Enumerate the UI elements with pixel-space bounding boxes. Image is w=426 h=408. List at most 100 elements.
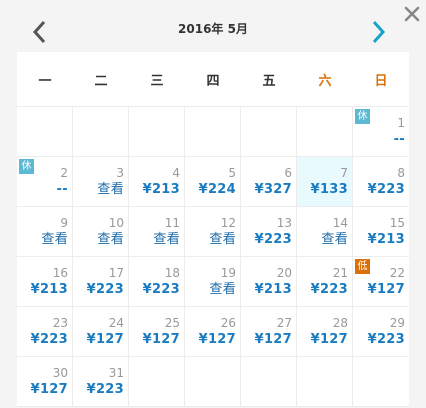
day-number: 1 xyxy=(397,116,405,130)
day-number: 22 xyxy=(389,266,405,280)
day-number: 27 xyxy=(276,316,292,330)
view-link[interactable]: 查看 xyxy=(209,228,236,247)
empty-day-cell xyxy=(297,107,353,157)
price-label: ¥127 xyxy=(30,382,68,397)
price-label: -- xyxy=(56,182,68,197)
day-number: 21 xyxy=(332,266,348,280)
price-label: ¥223 xyxy=(86,382,124,397)
weekday-sun: 日 xyxy=(374,73,388,89)
day-cell[interactable]: 23 ¥223 xyxy=(17,307,73,357)
view-link[interactable]: 查看 xyxy=(97,178,124,197)
weekday-wed: 三 xyxy=(150,73,164,89)
empty-day-cell xyxy=(185,357,241,407)
view-link[interactable]: 查看 xyxy=(321,228,348,247)
price-label: ¥213 xyxy=(254,282,292,297)
empty-day-cell xyxy=(185,107,241,157)
day-number: 15 xyxy=(389,216,405,230)
price-label: ¥223 xyxy=(367,182,405,197)
day-number: 26 xyxy=(220,316,236,330)
day-cell[interactable]: 18 ¥223 xyxy=(129,257,185,307)
day-cell[interactable]: 16 ¥213 xyxy=(17,257,73,307)
day-number: 25 xyxy=(164,316,180,330)
next-month-button[interactable] xyxy=(369,19,387,45)
day-cell[interactable]: 低 22 ¥127 xyxy=(353,257,409,307)
day-cell[interactable]: 13 ¥223 xyxy=(241,207,297,257)
day-cell[interactable]: 26 ¥127 xyxy=(185,307,241,357)
day-cell[interactable]: 7 ¥133 xyxy=(297,157,353,207)
low-price-badge: 低 xyxy=(355,259,370,274)
holiday-badge: 休 xyxy=(19,159,34,174)
day-number: 13 xyxy=(276,216,292,230)
day-number: 29 xyxy=(389,316,405,330)
view-link[interactable]: 查看 xyxy=(97,228,124,247)
price-label: ¥127 xyxy=(86,332,124,347)
price-label: ¥223 xyxy=(310,282,348,297)
weekday-thu: 四 xyxy=(206,73,220,89)
day-number: 20 xyxy=(276,266,292,280)
day-cell[interactable]: 15 ¥213 xyxy=(353,207,409,257)
price-label: ¥213 xyxy=(30,282,68,297)
day-cell[interactable]: 休 1 -- xyxy=(353,107,409,157)
empty-day-cell xyxy=(73,107,129,157)
empty-day-cell xyxy=(129,107,185,157)
day-number: 7 xyxy=(340,166,348,180)
day-number: 31 xyxy=(108,366,124,380)
calendar-header: 2016年 5月 xyxy=(17,0,409,52)
day-number: 5 xyxy=(228,166,236,180)
day-cell[interactable]: 25 ¥127 xyxy=(129,307,185,357)
price-label: ¥223 xyxy=(142,282,180,297)
view-link[interactable]: 查看 xyxy=(153,228,180,247)
day-cell[interactable]: 12 查看 xyxy=(185,207,241,257)
price-label: ¥127 xyxy=(198,332,236,347)
day-cell[interactable]: 8 ¥223 xyxy=(353,157,409,207)
weekday-fri: 五 xyxy=(262,73,276,89)
price-label: ¥127 xyxy=(254,332,292,347)
day-number: 18 xyxy=(164,266,180,280)
empty-day-cell xyxy=(241,107,297,157)
day-cell[interactable]: 20 ¥213 xyxy=(241,257,297,307)
day-number: 24 xyxy=(108,316,124,330)
day-number: 23 xyxy=(52,316,68,330)
weekday-tue: 二 xyxy=(94,73,108,89)
day-cell[interactable]: 6 ¥327 xyxy=(241,157,297,207)
day-cell[interactable]: 14 查看 xyxy=(297,207,353,257)
empty-day-cell xyxy=(17,107,73,157)
day-cell[interactable]: 10 查看 xyxy=(73,207,129,257)
day-number: 17 xyxy=(108,266,124,280)
view-link[interactable]: 查看 xyxy=(209,278,236,297)
month-title: 2016年 5月 xyxy=(178,22,248,36)
day-cell[interactable]: 11 查看 xyxy=(129,207,185,257)
empty-day-cell xyxy=(297,357,353,407)
price-label: ¥223 xyxy=(86,282,124,297)
empty-day-cell xyxy=(241,357,297,407)
day-cell[interactable]: 29 ¥223 xyxy=(353,307,409,357)
day-number: 16 xyxy=(52,266,68,280)
day-cell[interactable]: 19 查看 xyxy=(185,257,241,307)
day-cell[interactable]: 31 ¥223 xyxy=(73,357,129,407)
day-grid: 休 1 -- 休 2 -- 3 查看 4 ¥213 5 ¥224 6 ¥327 7 ¥133 8 ¥223 9 查看 1… xyxy=(17,107,409,407)
price-label: ¥224 xyxy=(198,182,236,197)
price-label: ¥133 xyxy=(310,182,348,197)
day-cell[interactable]: 17 ¥223 xyxy=(73,257,129,307)
chevron-right-icon xyxy=(372,20,386,44)
day-cell[interactable]: 28 ¥127 xyxy=(297,307,353,357)
holiday-badge: 休 xyxy=(355,109,370,124)
day-cell[interactable]: 5 ¥224 xyxy=(185,157,241,207)
price-label: ¥127 xyxy=(367,282,405,297)
day-cell[interactable]: 27 ¥127 xyxy=(241,307,297,357)
empty-day-cell xyxy=(129,357,185,407)
calendar: 一 二 三 四 五 六 日 休 1 -- 休 2 -- 3 查看 4 ¥213 5 ¥224 6 ¥327… xyxy=(17,52,409,407)
day-cell[interactable]: 3 查看 xyxy=(73,157,129,207)
day-cell[interactable]: 30 ¥127 xyxy=(17,357,73,407)
day-cell[interactable]: 9 查看 xyxy=(17,207,73,257)
view-link[interactable]: 查看 xyxy=(41,228,68,247)
day-cell[interactable]: 24 ¥127 xyxy=(73,307,129,357)
weekday-header: 一 二 三 四 五 六 日 xyxy=(17,52,409,107)
day-cell[interactable]: 21 ¥223 xyxy=(297,257,353,307)
day-cell[interactable]: 休 2 -- xyxy=(17,157,73,207)
price-label: -- xyxy=(393,132,405,147)
day-cell[interactable]: 4 ¥213 xyxy=(129,157,185,207)
price-label: ¥223 xyxy=(367,332,405,347)
day-number: 4 xyxy=(172,166,180,180)
price-label: ¥327 xyxy=(254,182,292,197)
